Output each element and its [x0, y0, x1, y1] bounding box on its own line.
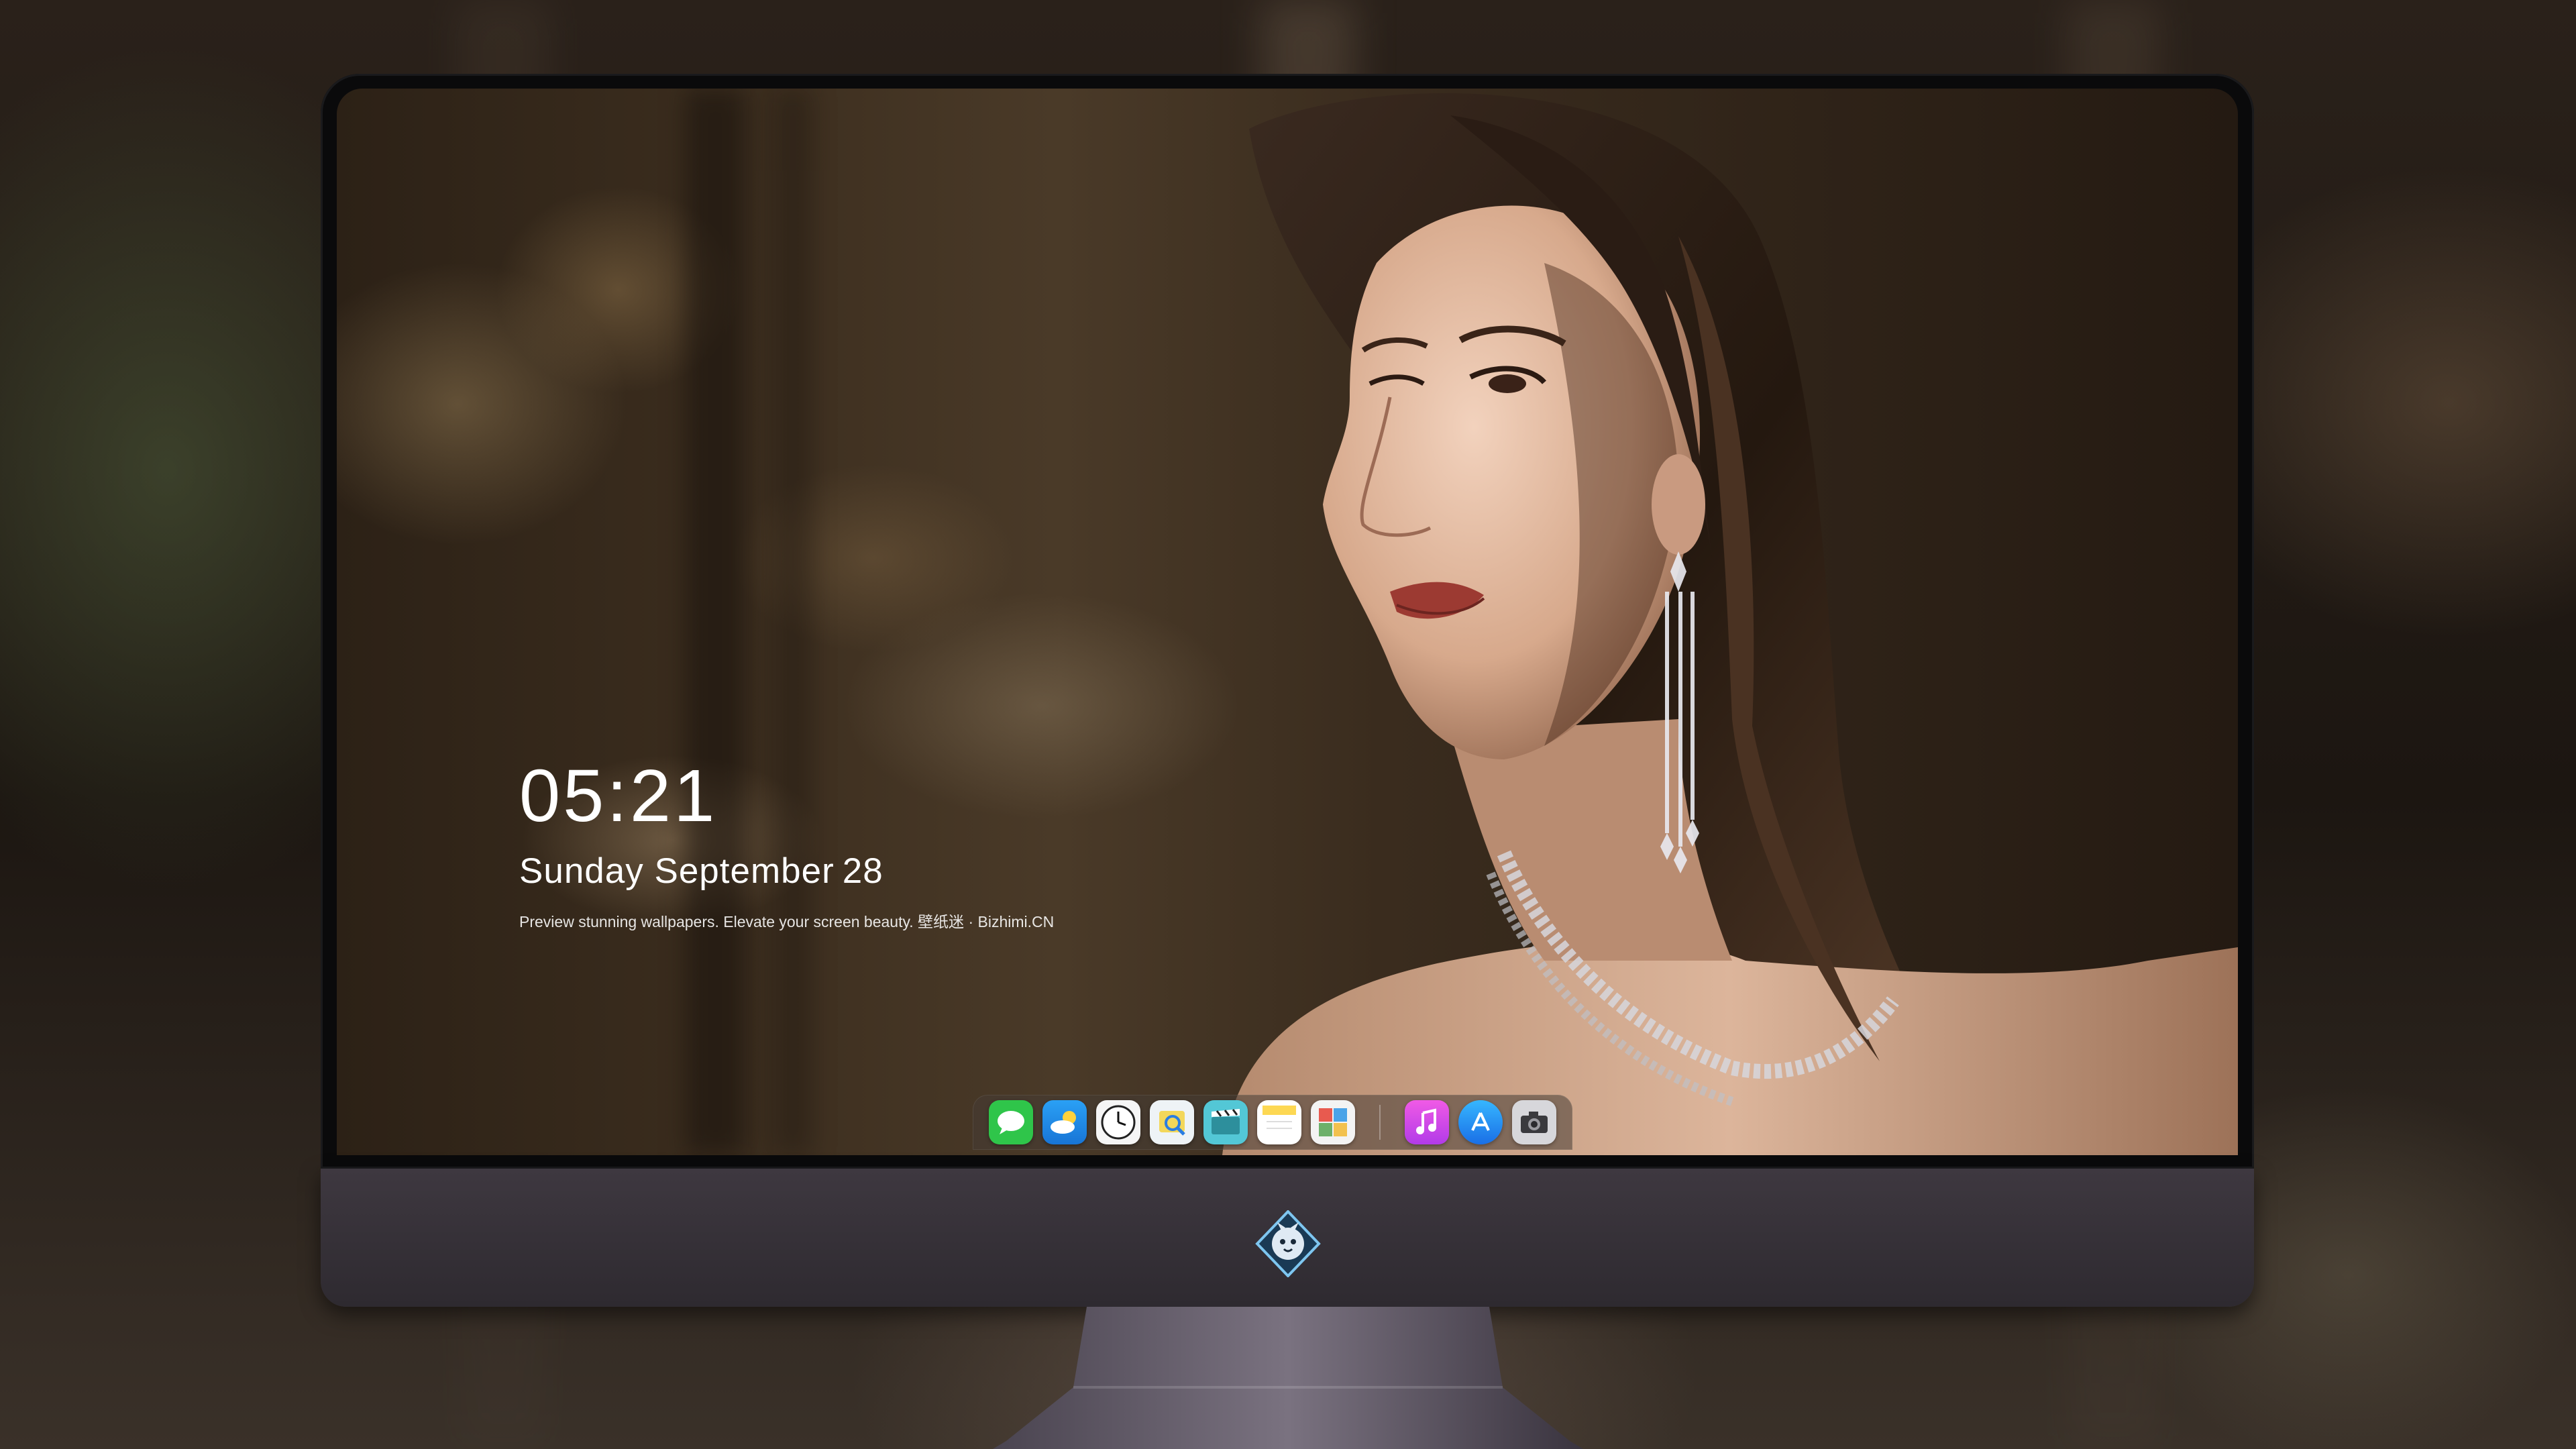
video-icon[interactable]: [1203, 1100, 1248, 1144]
preview-icon[interactable]: [1150, 1100, 1194, 1144]
weather-icon[interactable]: [1042, 1100, 1087, 1144]
messages-icon[interactable]: [989, 1100, 1033, 1144]
photo-booth-icon[interactable]: [1311, 1100, 1355, 1144]
music-icon[interactable]: [1405, 1100, 1449, 1144]
monitor-bezel: 05:21 Sunday September 28 Preview stunnin…: [321, 74, 2254, 1169]
dock-separator: [1379, 1105, 1381, 1140]
clock-icon[interactable]: [1096, 1100, 1140, 1144]
time-display: 05:21: [519, 755, 718, 837]
notes-icon[interactable]: [1257, 1100, 1301, 1144]
date-display: Sunday September 28: [519, 851, 1054, 892]
desktop-monitor: 05:21 Sunday September 28 Preview stunnin…: [321, 74, 2254, 1307]
mascot-logo-icon: [1255, 1210, 1321, 1277]
day-number: 28: [842, 851, 883, 891]
earring-shape: [1660, 551, 1699, 873]
camera-icon[interactable]: [1512, 1100, 1556, 1144]
weekday-month: Sunday September: [519, 851, 835, 891]
wallpaper-screen: 05:21 Sunday September 28 Preview stunnin…: [337, 89, 2238, 1155]
lock-screen-clock: 05:21 Sunday September 28 Preview stunnin…: [519, 759, 1054, 932]
monitor-stand: [993, 1307, 1583, 1449]
wallpaper-tagline: Preview stunning wallpapers. Elevate you…: [519, 913, 1055, 930]
wallpaper-portrait: [1222, 93, 2238, 1155]
app-dock: [973, 1095, 1572, 1150]
app-store-icon[interactable]: [1458, 1100, 1503, 1144]
